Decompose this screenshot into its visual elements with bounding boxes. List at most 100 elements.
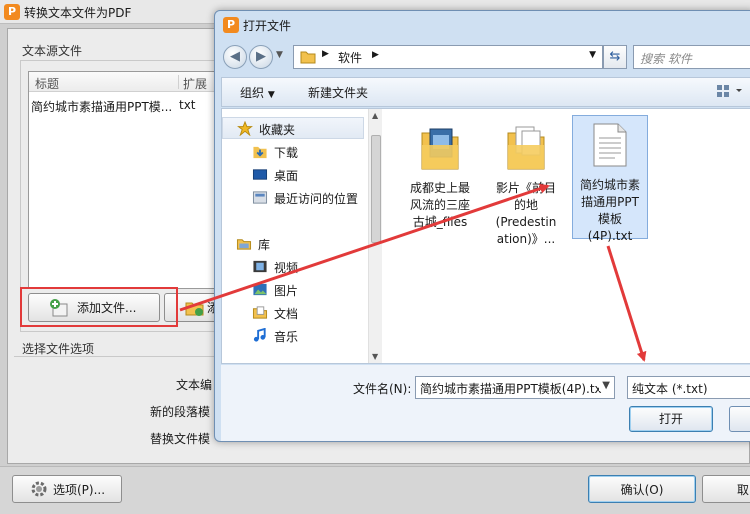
new-folder-button[interactable]: 新建文件夹 <box>308 84 368 101</box>
filename-label: 文件名(N): <box>353 382 412 396</box>
address-dropdown-icon[interactable]: ▼ <box>589 50 596 60</box>
filename-value: 简约城市素描通用PPT模板(4P).tx <box>420 382 602 396</box>
filetype-value: 纯文本 (*.txt) <box>632 382 708 396</box>
nav-recent-places-label: 最近访问的位置 <box>274 192 359 206</box>
nav-desktop[interactable]: 桌面 <box>222 164 364 186</box>
nav-downloads-label: 下载 <box>274 146 299 160</box>
dialog-bottom-bar: 文件名(N): 简约城市素描通用PPT模板(4P).tx ▼ 纯文本 (*.tx… <box>221 365 750 441</box>
filename-dropdown-icon[interactable]: ▼ <box>599 380 610 391</box>
nav-desktop-label: 桌面 <box>274 169 299 183</box>
organize-dropdown-icon: ▼ <box>267 90 275 100</box>
nav-videos[interactable]: 视频 <box>222 256 364 278</box>
options-button[interactable]: 选项(P)... <box>12 475 122 503</box>
back-arrow-icon[interactable]: ◀ <box>223 45 247 69</box>
recent-places-icon <box>252 191 268 204</box>
nav-videos-label: 视频 <box>274 261 299 275</box>
nav-documents-label: 文档 <box>274 307 299 321</box>
text-encoding-label: 文本编 <box>176 378 213 392</box>
window-title: 转换文本文件为PDF <box>24 6 132 20</box>
file-name: 影片《前目 的地 (Predestin ation)》... <box>488 180 564 248</box>
options-button-label: 选项(P)... <box>53 482 106 497</box>
file-name-line: 风流的三座 <box>409 198 470 212</box>
nav-downloads[interactable]: 下载 <box>222 141 364 163</box>
breadcrumb-chevron-icon[interactable]: ▶ <box>372 50 379 60</box>
file-item-folder-chengdu[interactable]: 成都史上最 风流的三座 古城_files <box>402 123 478 231</box>
ok-button-label: 确认(O) <box>620 482 664 497</box>
file-name-line: 模板 <box>597 212 622 226</box>
nav-library[interactable]: 库 <box>222 233 364 255</box>
column-header-extension[interactable]: 扩展 <box>178 75 207 91</box>
file-name-line: ation)》... <box>496 232 556 246</box>
new-paragraph-mode-label: 新的段落模 <box>150 405 211 419</box>
filetype-select[interactable]: 纯文本 (*.txt) <box>627 376 750 399</box>
breadcrumb-separator-icon: ▶ <box>322 49 329 59</box>
file-name-line: 影片《前目 <box>495 181 556 195</box>
pictures-icon <box>253 283 267 296</box>
file-options-group-label: 选择文件选项 <box>22 342 95 356</box>
desktop-icon <box>252 169 268 180</box>
history-dropdown-icon[interactable]: ▼ <box>276 50 283 60</box>
address-bar[interactable]: ▶ 软件 ▶ ▼ <box>293 45 603 69</box>
documents-icon <box>252 306 268 319</box>
address-row: ◀ ▶ ▼ ▶ 软件 ▶ ▼ ⇆ 搜索 软件 <box>221 43 750 71</box>
file-item-txt-selected[interactable]: 简约城市素 描通用PPT 模板 (4P).txt <box>572 115 648 243</box>
annotation-highlight-box <box>20 287 178 327</box>
open-file-dialog: P 打开文件 ◀ ▶ ▼ ▶ 软件 ▶ ▼ ⇆ 搜索 软件 组织 ▼ 新建文件夹 <box>214 10 750 442</box>
nav-pictures-label: 图片 <box>274 284 299 298</box>
star-icon <box>237 121 253 136</box>
navigation-pane[interactable]: 收藏夹 下载 桌面 最近访问的位置 库 视频 图片 文档 音乐 <box>222 109 372 363</box>
file-title-cell: 简约城市素描通用PPT模... <box>31 100 173 114</box>
file-name: 简约城市素 描通用PPT 模板 (4P).txt <box>573 177 647 245</box>
folder-with-images-icon <box>421 128 459 170</box>
filename-input[interactable]: 简约城市素描通用PPT模板(4P).tx ▼ <box>415 376 615 399</box>
text-file-icon <box>593 123 627 167</box>
file-list-row[interactable]: 简约城市素描通用PPT模... txt <box>29 96 227 114</box>
scroll-up-icon[interactable]: ▲ <box>372 111 378 120</box>
nav-pane-scrollbar[interactable]: ▲ ▼ <box>368 109 382 363</box>
replace-file-mode-label: 替换文件模 <box>150 432 211 446</box>
folder-with-documents-icon <box>507 126 545 170</box>
nav-music-label: 音乐 <box>274 330 299 344</box>
scrollbar-thumb[interactable] <box>371 135 381 243</box>
file-name-line: (4P).txt <box>587 229 633 243</box>
scroll-down-icon[interactable]: ▼ <box>372 352 378 361</box>
source-file-list[interactable]: 标题 扩展 简约城市素描通用PPT模... txt <box>28 71 228 289</box>
forward-arrow-icon[interactable]: ▶ <box>249 45 273 69</box>
nav-pictures[interactable]: 图片 <box>222 279 364 301</box>
dialog-content-panes: 收藏夹 下载 桌面 最近访问的位置 库 视频 图片 文档 音乐 ▲ ▼ 成都史上… <box>221 108 750 364</box>
column-header-title[interactable]: 标题 <box>35 75 59 92</box>
refresh-icon[interactable]: ⇆ <box>603 45 627 69</box>
file-item-folder-predestination[interactable]: 影片《前目 的地 (Predestin ation)》... <box>488 123 564 248</box>
open-button[interactable]: 打开 <box>629 406 713 432</box>
nav-library-label: 库 <box>258 238 271 252</box>
cancel-button[interactable]: 取 <box>702 475 750 503</box>
nav-music[interactable]: 音乐 <box>222 325 364 347</box>
view-options-icon[interactable] <box>716 83 746 102</box>
dialog-title: 打开文件 <box>243 19 292 33</box>
source-files-group-label: 文本源文件 <box>22 44 83 58</box>
music-icon <box>253 328 266 342</box>
nav-documents[interactable]: 文档 <box>222 302 364 324</box>
file-ext-cell: txt <box>179 98 196 112</box>
file-name-line: 描通用PPT <box>581 195 639 209</box>
file-name-line: 成都史上最 <box>409 181 470 195</box>
cancel-button-label: 取 <box>737 482 750 497</box>
breadcrumb-folder[interactable]: 软件 <box>338 49 362 66</box>
nav-favorites[interactable]: 收藏夹 <box>222 117 364 139</box>
app-logo-icon: P <box>4 4 20 20</box>
gear-icon <box>31 481 47 497</box>
organize-label: 组织 <box>240 86 265 100</box>
organize-menu[interactable]: 组织 ▼ <box>240 84 275 101</box>
search-input[interactable]: 搜索 软件 <box>633 45 750 69</box>
video-icon <box>253 260 267 273</box>
ok-button[interactable]: 确认(O) <box>588 475 696 503</box>
nav-recent-places[interactable]: 最近访问的位置 <box>222 187 364 209</box>
dialog-cancel-button[interactable] <box>729 406 750 432</box>
download-folder-icon <box>253 146 267 159</box>
file-list-header: 标题 扩展 <box>29 72 227 92</box>
file-name-line: 古城_files <box>412 215 468 229</box>
folder-icon <box>300 51 316 64</box>
dialog-app-logo-icon: P <box>223 17 239 33</box>
view-grid-icon <box>717 85 742 97</box>
dialog-toolbar: 组织 ▼ 新建文件夹 <box>221 77 750 107</box>
